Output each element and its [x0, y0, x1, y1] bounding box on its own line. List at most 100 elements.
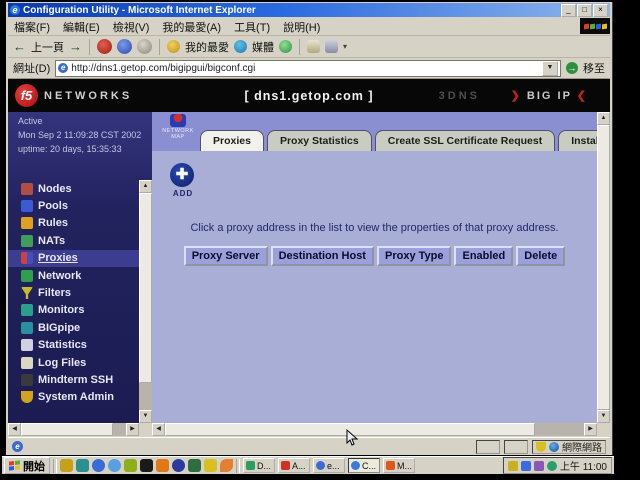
col-enabled[interactable]: Enabled	[454, 246, 513, 266]
tray-app-icon[interactable]	[534, 461, 544, 471]
address-input[interactable]: e http://dns1.getop.com/bigipgui/bigconf…	[55, 60, 561, 77]
tab-create-ssl-certificate-request[interactable]: Create SSL Certificate Request	[375, 130, 555, 151]
back-button[interactable]: 上一頁	[31, 39, 64, 55]
taskbar-app-1[interactable]: D...	[243, 458, 275, 473]
quicklaunch-icon-7[interactable]	[156, 459, 169, 472]
sidebar-item-statistics[interactable]: Statistics	[8, 337, 139, 354]
sidebar-horizontal-scrollbar[interactable]: ◀ ▶	[8, 423, 139, 436]
tray-network-icon[interactable]	[521, 461, 531, 471]
desktop: e Configuration Utility - Microsoft Inte…	[0, 0, 640, 480]
menu-tools[interactable]: 工具(T)	[234, 19, 270, 35]
app-icon	[316, 461, 325, 470]
quicklaunch-icon-4[interactable]	[108, 459, 121, 472]
quicklaunch-icon-8[interactable]	[172, 459, 185, 472]
sidebar-item-filters[interactable]: Filters	[8, 284, 139, 301]
start-button[interactable]: 開始	[4, 457, 50, 474]
status-uptime: uptime: 20 days, 15:35:33	[18, 143, 152, 157]
go-icon[interactable]: →	[566, 62, 578, 74]
col-proxy-type[interactable]: Proxy Type	[377, 246, 452, 266]
quicklaunch-icon-3[interactable]	[92, 459, 105, 472]
menu-view[interactable]: 檢視(V)	[113, 19, 150, 35]
scroll-right-icon[interactable]: ▶	[584, 423, 597, 436]
sidebar-item-nats[interactable]: NATs	[8, 232, 139, 249]
title-bar[interactable]: e Configuration Utility - Microsoft Inte…	[8, 3, 610, 17]
taskbar-app-2[interactable]: A...	[278, 458, 310, 473]
add-proxy-control[interactable]: ✚ ADD	[170, 163, 196, 198]
back-icon[interactable]: ←	[13, 39, 26, 54]
taskbar-app-3[interactable]: e...	[313, 458, 345, 473]
media-button[interactable]: 媒體	[252, 39, 274, 55]
history-icon[interactable]	[279, 40, 292, 53]
tab-install-ssl-certificate[interactable]: Install SSL Certif	[558, 130, 597, 151]
taskbar-clock[interactable]: 上午 11:00	[560, 458, 607, 473]
maximize-button[interactable]: □	[577, 4, 592, 17]
media-icon[interactable]	[234, 40, 247, 53]
quicklaunch-icon-1[interactable]	[60, 459, 73, 472]
col-proxy-server[interactable]: Proxy Server	[184, 246, 268, 266]
quicklaunch-icon-10[interactable]	[204, 459, 217, 472]
quicklaunch-icon-11[interactable]	[220, 459, 233, 472]
scroll-down-icon[interactable]: ▼	[139, 410, 152, 423]
forward-icon[interactable]: →	[69, 39, 82, 54]
go-button[interactable]: 移至	[583, 60, 605, 76]
menu-file[interactable]: 檔案(F)	[14, 19, 50, 35]
col-delete[interactable]: Delete	[516, 246, 565, 266]
sidebar-item-pools[interactable]: Pools	[8, 197, 139, 214]
menu-edit[interactable]: 編輯(E)	[63, 19, 100, 35]
taskbar-app-5[interactable]: M...	[383, 458, 415, 473]
address-dropdown-icon[interactable]: ▼	[542, 61, 558, 76]
quicklaunch-icon-6[interactable]	[140, 459, 153, 472]
globe-icon	[549, 442, 559, 452]
quicklaunch-icon-5[interactable]	[124, 459, 137, 472]
scroll-thumb[interactable]	[21, 423, 113, 436]
network-map-button[interactable]: NETWORK MAP	[158, 114, 198, 140]
print-icon[interactable]	[325, 40, 338, 53]
stop-icon[interactable]	[97, 39, 112, 54]
col-destination-host[interactable]: Destination Host	[271, 246, 374, 266]
sidebar-item-monitors[interactable]: Monitors	[8, 302, 139, 319]
sidebar-item-system-admin[interactable]: System Admin	[8, 389, 139, 406]
sidebar-vertical-scrollbar[interactable]: ▲ ▼	[139, 180, 152, 423]
favorites-button[interactable]: 我的最愛	[185, 39, 229, 55]
minimize-button[interactable]: _	[561, 4, 576, 17]
scroll-down-icon[interactable]: ▼	[597, 410, 610, 423]
mouse-cursor	[346, 429, 358, 447]
main-horizontal-scrollbar[interactable]: ◀ ▶	[152, 423, 597, 436]
sidebar-item-proxies[interactable]: Proxies	[8, 250, 139, 267]
mail-icon[interactable]	[307, 40, 320, 53]
tab-proxy-statistics[interactable]: Proxy Statistics	[267, 130, 372, 151]
nats-icon	[21, 235, 33, 247]
menu-favorites[interactable]: 我的最愛(A)	[162, 19, 221, 35]
scroll-right-icon[interactable]: ▶	[126, 423, 139, 436]
sidebar-item-mindterm-ssh[interactable]: Mindterm SSH	[8, 371, 139, 388]
favorites-icon[interactable]	[167, 40, 180, 53]
quicklaunch-icon-9[interactable]	[188, 459, 201, 472]
scroll-up-icon[interactable]: ▲	[597, 112, 610, 125]
scroll-left-icon[interactable]: ◀	[8, 423, 21, 436]
refresh-icon[interactable]	[117, 39, 132, 54]
toolbar-more-chevron-icon[interactable]: ▾	[343, 42, 347, 51]
sidebar-item-bigpipe[interactable]: BIGpipe	[8, 319, 139, 336]
home-icon[interactable]	[137, 39, 152, 54]
main-vertical-scrollbar[interactable]: ▲ ▼	[597, 112, 610, 423]
add-plus-icon[interactable]: ✚	[170, 163, 194, 187]
statistics-icon	[21, 339, 33, 351]
quicklaunch-icon-2[interactable]	[76, 459, 89, 472]
sidebar-item-network[interactable]: Network	[8, 267, 139, 284]
taskbar-app-4-active[interactable]: C...	[348, 458, 380, 473]
menu-help[interactable]: 說明(H)	[283, 19, 320, 35]
close-button[interactable]: ×	[593, 4, 608, 17]
sidebar-item-log-files[interactable]: Log Files	[8, 354, 139, 371]
sidebar-item-nodes[interactable]: Nodes	[8, 180, 139, 197]
sidebar-item-rules[interactable]: Rules	[8, 215, 139, 232]
scroll-thumb[interactable]	[597, 125, 610, 410]
scroll-left-icon[interactable]: ◀	[152, 423, 165, 436]
scroll-up-icon[interactable]: ▲	[139, 180, 152, 193]
status-panel	[504, 440, 528, 454]
tab-proxies[interactable]: Proxies	[200, 130, 264, 151]
scroll-thumb[interactable]	[139, 193, 152, 383]
tray-volume-icon[interactable]	[508, 461, 518, 471]
network-map-label: NETWORK MAP	[158, 128, 198, 140]
tray-antivirus-icon[interactable]	[547, 461, 557, 471]
device-status: Active Mon Sep 2 11:09:28 CST 2002 uptim…	[8, 112, 152, 157]
